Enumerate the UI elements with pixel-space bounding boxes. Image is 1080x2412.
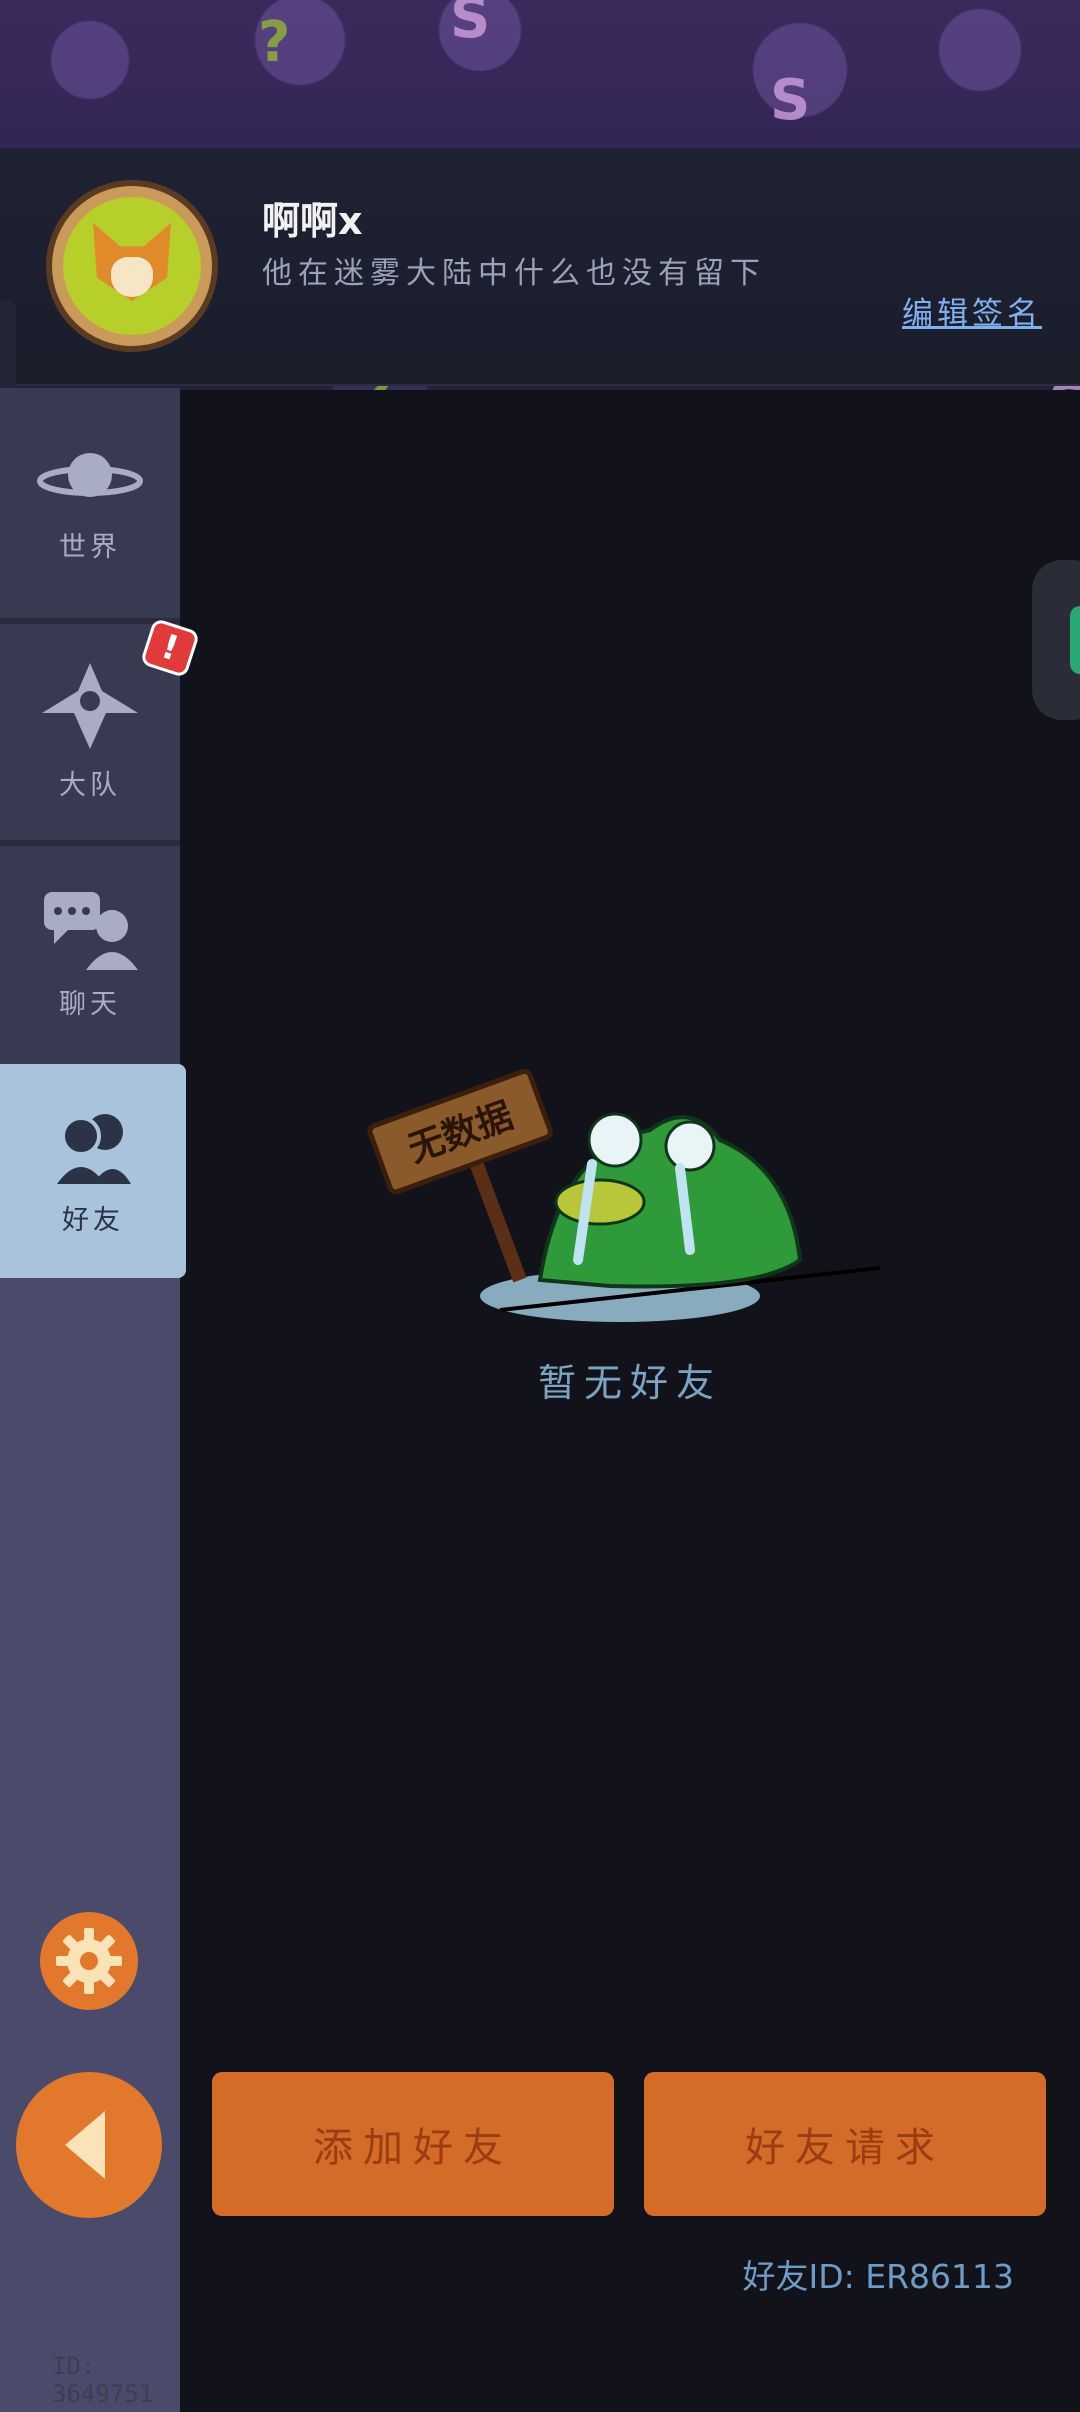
side-drawer-handle[interactable] xyxy=(1032,560,1080,720)
friends-icon xyxy=(57,1113,131,1184)
friend-id: 好友ID: ER86113 xyxy=(742,2257,1014,2296)
team-crest-icon xyxy=(42,662,138,749)
back-button[interactable] xyxy=(16,2072,162,2218)
fox-avatar-icon xyxy=(63,197,201,335)
user-id: ID: 3649751 xyxy=(52,2352,154,2408)
empty-friends-message: 暂无好友 xyxy=(537,1361,722,1405)
sidebar-item-chat[interactable]: 聊天 xyxy=(0,846,180,1060)
sidebar-item-label: 大队 xyxy=(59,769,121,801)
edit-signature-link[interactable]: 编辑签名 xyxy=(902,288,1042,333)
question-mark-icon: ? xyxy=(258,10,291,75)
add-friend-button[interactable]: 添加好友 xyxy=(212,2072,614,2216)
crying-frog-illustration: 无数据 xyxy=(367,1068,881,1322)
sidebar-item-world[interactable]: 世界 xyxy=(0,396,180,610)
chat-bubbles-icon xyxy=(44,891,138,970)
gear-icon xyxy=(56,1928,122,1994)
friend-requests-button[interactable]: 好友请求 xyxy=(644,2072,1046,2216)
sidebar-item-label: 聊天 xyxy=(59,988,121,1020)
planet-icon xyxy=(37,452,143,497)
settings-button[interactable] xyxy=(40,1912,138,2010)
sidebar-item-label: 世界 xyxy=(59,531,121,563)
avatar[interactable] xyxy=(46,180,218,352)
sidebar-item-friends[interactable]: 好友 xyxy=(0,1064,186,1278)
sidebar-item-label: 好友 xyxy=(62,1204,124,1236)
s-coin-icon: S xyxy=(770,68,811,133)
profile-card: 啊啊x 他在迷雾大陆中什么也没有留下 编辑签名 xyxy=(0,148,1080,386)
signature-text: 他在迷雾大陆中什么也没有留下 xyxy=(262,256,766,291)
arrow-left-icon xyxy=(65,2111,105,2179)
s-coin-icon: S xyxy=(450,0,491,51)
username: 啊啊x xyxy=(262,199,363,243)
